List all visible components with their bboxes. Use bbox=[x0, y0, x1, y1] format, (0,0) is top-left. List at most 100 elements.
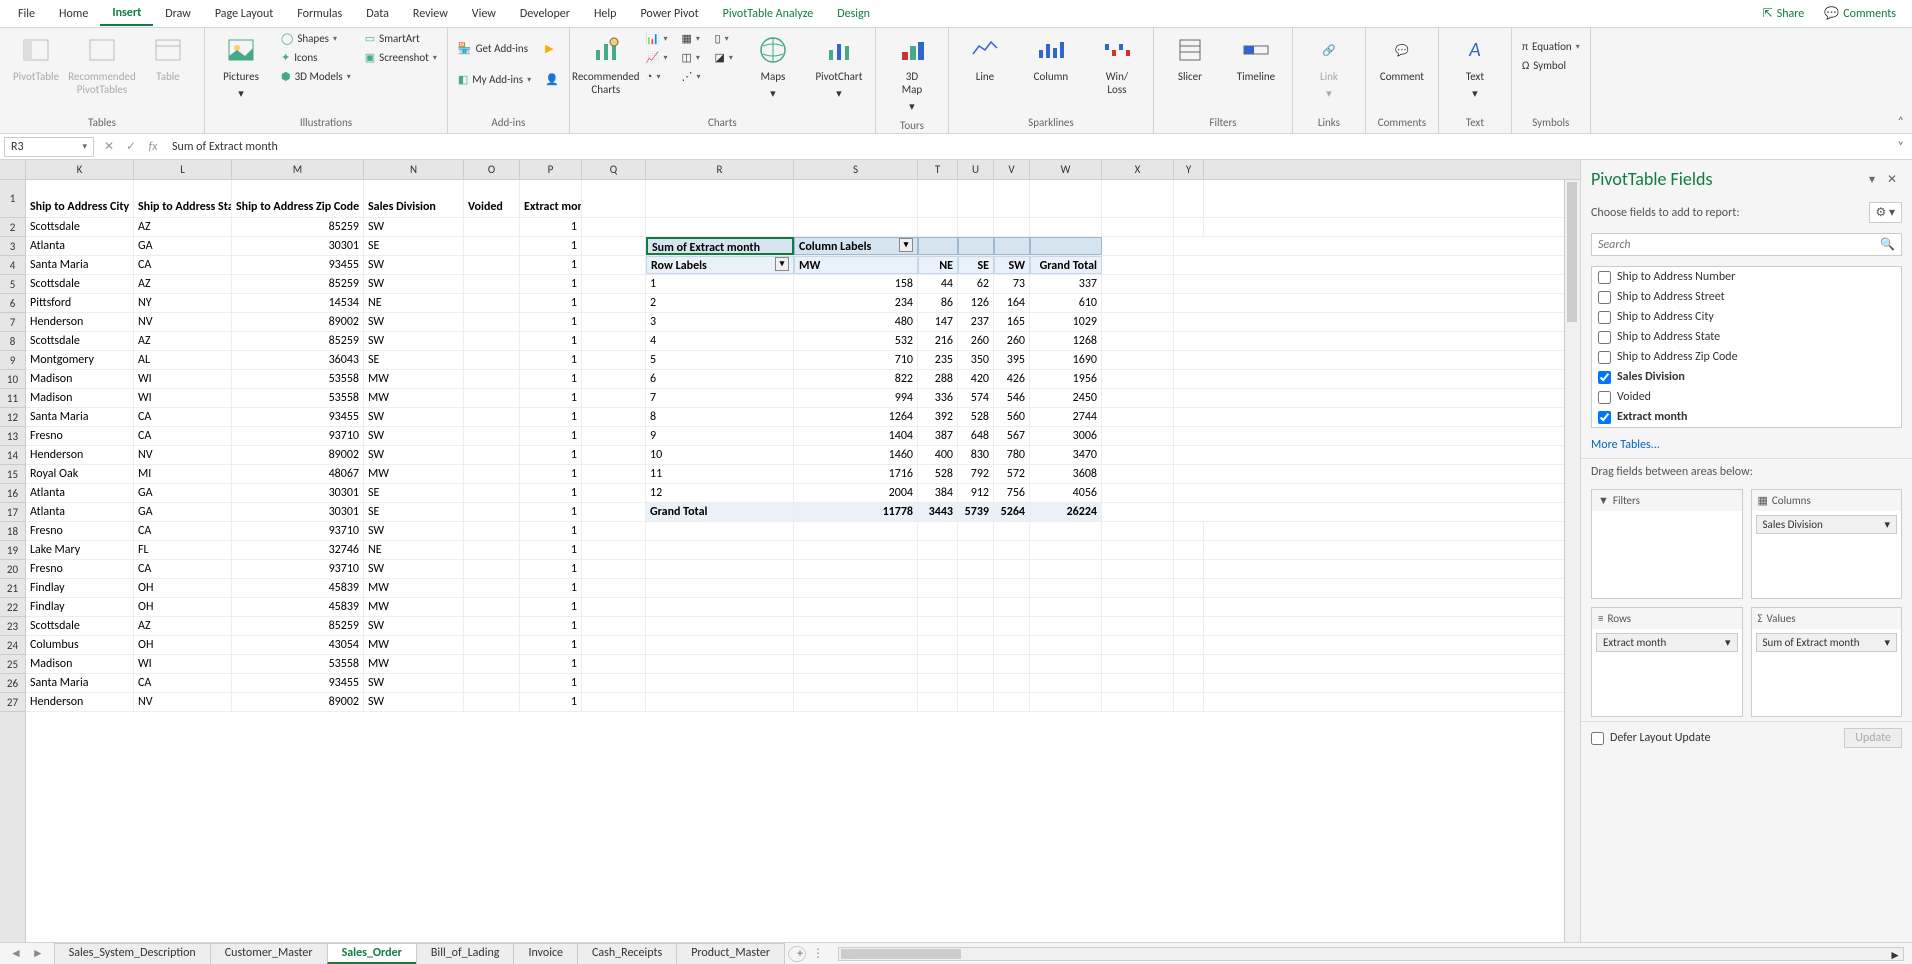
tab-help[interactable]: Help bbox=[582, 3, 629, 25]
expand-formula-bar[interactable]: ˅ bbox=[1890, 138, 1912, 156]
tab-formulas[interactable]: Formulas bbox=[285, 3, 354, 25]
tab-power-pivot[interactable]: Power Pivot bbox=[628, 3, 710, 25]
comment-button[interactable]: 💬Comment bbox=[1372, 30, 1432, 87]
field-item[interactable]: Ship to Address State bbox=[1592, 327, 1901, 347]
column-header[interactable]: X bbox=[1102, 160, 1174, 179]
name-box[interactable]: R3▾ bbox=[4, 137, 94, 157]
tab-home[interactable]: Home bbox=[47, 3, 100, 25]
icons-button[interactable]: ✦Icons bbox=[277, 49, 355, 66]
column-header[interactable]: U bbox=[958, 160, 994, 179]
my-addins-button[interactable]: ◧My Add-ins▾ bbox=[454, 71, 535, 88]
sparkline-column-button[interactable]: Column bbox=[1021, 30, 1081, 87]
tab-data[interactable]: Data bbox=[354, 3, 401, 25]
share-button[interactable]: ⇱Share bbox=[1753, 2, 1815, 25]
column-header[interactable]: P bbox=[520, 160, 582, 179]
fx-button[interactable]: fx bbox=[142, 140, 164, 154]
sheet-tab[interactable]: Product_Master bbox=[676, 943, 785, 964]
pivot-chart-button[interactable]: PivotChart▾ bbox=[809, 30, 869, 104]
sparkline-winloss-button[interactable]: Win/ Loss bbox=[1087, 30, 1147, 100]
column-header[interactable]: Q bbox=[582, 160, 646, 179]
column-header[interactable]: N bbox=[364, 160, 464, 179]
sheet-nav-prev[interactable]: ◄ bbox=[6, 946, 26, 961]
column-header[interactable]: K bbox=[26, 160, 134, 179]
column-header[interactable]: M bbox=[232, 160, 364, 179]
chart-pie-button[interactable]: ◔▾ bbox=[642, 68, 672, 85]
field-checkbox[interactable] bbox=[1598, 371, 1611, 384]
sheet-nav-next[interactable]: ► bbox=[28, 946, 48, 961]
pane-options-button[interactable]: ▾ bbox=[1862, 172, 1882, 187]
field-checkbox[interactable] bbox=[1598, 331, 1611, 344]
chart-waterfall-button[interactable]: ▯▾ bbox=[711, 30, 737, 47]
cancel-formula-button[interactable]: ✕ bbox=[98, 139, 120, 154]
sheet-tab[interactable]: Bill_of_Lading bbox=[416, 943, 515, 964]
chart-stat-button[interactable]: ◫▾ bbox=[678, 49, 705, 66]
field-checkbox[interactable] bbox=[1598, 351, 1611, 364]
sheet-tab[interactable]: Customer_Master bbox=[210, 943, 328, 964]
field-item[interactable]: Sales Division bbox=[1592, 367, 1901, 387]
worksheet-grid[interactable]: KLMNOPQRSTUVWXY 123456789101112131415161… bbox=[0, 160, 1580, 942]
field-checkbox[interactable] bbox=[1598, 291, 1611, 304]
tab-page-layout[interactable]: Page Layout bbox=[203, 3, 285, 25]
column-header[interactable]: L bbox=[134, 160, 232, 179]
get-addins-button[interactable]: 🏪Get Add-ins bbox=[454, 40, 535, 57]
update-button[interactable]: Update bbox=[1844, 728, 1902, 748]
chart-combo-button[interactable]: ◪▾ bbox=[711, 49, 737, 66]
pivot-table-button[interactable]: PivotTable bbox=[6, 30, 66, 87]
pictures-button[interactable]: Pictures▾ bbox=[211, 30, 271, 104]
column-header[interactable]: S bbox=[794, 160, 918, 179]
enter-formula-button[interactable]: ✓ bbox=[120, 139, 142, 154]
tab-pivot-analyze[interactable]: PivotTable Analyze bbox=[711, 3, 826, 25]
smartart-button[interactable]: ▭SmartArt bbox=[361, 30, 441, 47]
pane-layout-button[interactable]: ⚙ ▾ bbox=[1869, 202, 1903, 223]
comments-button[interactable]: 💬Comments bbox=[1814, 2, 1906, 25]
text-button[interactable]: AText▾ bbox=[1445, 30, 1505, 104]
timeline-button[interactable]: Timeline bbox=[1226, 30, 1286, 87]
field-item[interactable]: Voided bbox=[1592, 387, 1901, 407]
3d-models-button[interactable]: ⬢3D Models▾ bbox=[277, 68, 355, 85]
column-header[interactable]: Y bbox=[1174, 160, 1204, 179]
value-field-item[interactable]: Sum of Extract month▾ bbox=[1756, 633, 1898, 652]
sheet-tab[interactable]: Cash_Receipts bbox=[577, 943, 677, 964]
column-header[interactable]: O bbox=[464, 160, 520, 179]
field-list[interactable]: Ship to Address NumberShip to Address St… bbox=[1591, 266, 1902, 428]
field-checkbox[interactable] bbox=[1598, 411, 1611, 424]
equation-button[interactable]: πEquation▾ bbox=[1518, 38, 1584, 55]
field-search-input[interactable] bbox=[1598, 238, 1880, 252]
field-checkbox[interactable] bbox=[1598, 391, 1611, 404]
area-values[interactable]: ΣValues Sum of Extract month▾ bbox=[1751, 607, 1903, 717]
screenshot-button[interactable]: ▣Screenshot▾ bbox=[361, 49, 441, 66]
pane-close-button[interactable]: ✕ bbox=[1882, 172, 1902, 187]
field-search-box[interactable]: 🔍 bbox=[1591, 233, 1902, 256]
field-item[interactable]: Extract month bbox=[1592, 407, 1901, 427]
field-item[interactable]: Ship to Address Number bbox=[1592, 267, 1901, 287]
tab-view[interactable]: View bbox=[460, 3, 508, 25]
horizontal-scrollbar[interactable]: ◄► bbox=[838, 947, 1904, 961]
row-field-item[interactable]: Extract month▾ bbox=[1596, 633, 1738, 652]
3d-map-button[interactable]: 3D Map▾ bbox=[882, 30, 942, 117]
ribbon-collapse-button[interactable]: ˄ bbox=[1890, 111, 1912, 133]
recommended-charts-button[interactable]: Recommended Charts bbox=[576, 30, 636, 100]
tab-developer[interactable]: Developer bbox=[508, 3, 582, 25]
tab-draw[interactable]: Draw bbox=[153, 3, 203, 25]
field-item[interactable]: Ship to Address Street bbox=[1592, 287, 1901, 307]
recommended-pivot-button[interactable]: Recommended PivotTables bbox=[72, 30, 132, 100]
column-header[interactable]: T bbox=[918, 160, 958, 179]
sheet-tab[interactable]: Sales_System_Description bbox=[54, 943, 211, 964]
tab-design[interactable]: Design bbox=[825, 3, 882, 25]
add-sheet-button[interactable]: + bbox=[788, 946, 806, 962]
chart-scatter-button[interactable]: ⋰▾ bbox=[678, 68, 705, 85]
link-button[interactable]: 🔗Link▾ bbox=[1299, 30, 1359, 104]
vertical-scrollbar[interactable] bbox=[1564, 180, 1580, 942]
area-columns[interactable]: ▦Columns Sales Division▾ bbox=[1751, 489, 1903, 599]
chart-hier-button[interactable]: ▦▾ bbox=[678, 30, 705, 47]
defer-checkbox[interactable] bbox=[1591, 732, 1604, 745]
maps-button[interactable]: Maps▾ bbox=[743, 30, 803, 104]
bing-button[interactable]: ▶ bbox=[541, 40, 563, 57]
people-button[interactable]: 👤 bbox=[541, 71, 563, 88]
tab-file[interactable]: File bbox=[6, 3, 47, 25]
shapes-button[interactable]: ◯Shapes▾ bbox=[277, 30, 355, 47]
field-item[interactable]: Ship to Address Zip Code bbox=[1592, 347, 1901, 367]
column-header[interactable]: R bbox=[646, 160, 794, 179]
symbol-button[interactable]: ΩSymbol bbox=[1518, 57, 1584, 74]
chart-line-button[interactable]: 📈▾ bbox=[642, 49, 672, 66]
